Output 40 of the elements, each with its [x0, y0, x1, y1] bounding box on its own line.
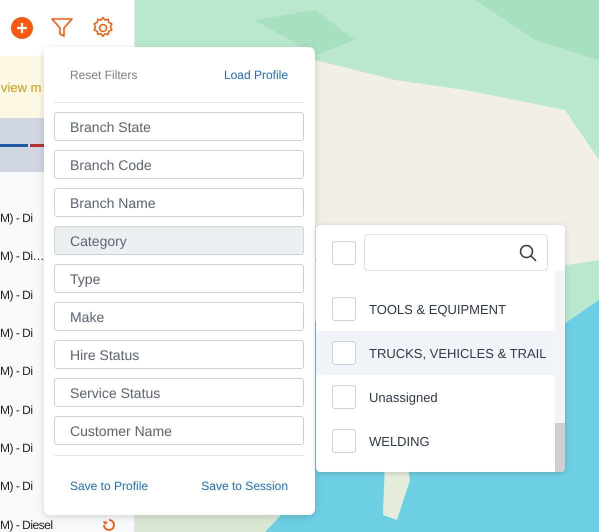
- category-option[interactable]: Unassigned: [316, 375, 555, 419]
- refresh-icon[interactable]: [102, 518, 116, 532]
- category-option[interactable]: TOOLS & EQUIPMENT: [316, 287, 555, 331]
- asset-name[interactable]: M) - Di…: [0, 249, 44, 264]
- category-option[interactable]: WELDING: [316, 419, 555, 463]
- filter-field[interactable]: Hire Status: [54, 340, 304, 369]
- asset-name[interactable]: M) - Di: [0, 440, 32, 455]
- asset-name[interactable]: M) - Di: [0, 364, 32, 378]
- filter-field[interactable]: Type: [54, 264, 304, 293]
- asset-name[interactable]: M) - Di: [0, 288, 32, 302]
- asset-name[interactable]: M) - Di: [0, 326, 32, 340]
- filter-field[interactable]: Branch Code: [54, 150, 304, 179]
- settings-icon[interactable]: [91, 16, 115, 40]
- category-option[interactable]: TRUCKS, VEHICLES & TRAIL: [316, 331, 555, 375]
- asset-name[interactable]: M) - Di: [0, 211, 32, 226]
- filter-field[interactable]: Make: [54, 302, 304, 331]
- notice-text: view m: [1, 80, 42, 94]
- asset-name[interactable]: M) - Diesel: [0, 518, 53, 532]
- filter-icon[interactable]: [51, 18, 73, 38]
- filter-field[interactable]: Branch State: [54, 112, 304, 141]
- filter-field[interactable]: Customer Name: [54, 416, 304, 445]
- reset-filters-link[interactable]: Reset Filters: [70, 68, 138, 82]
- search-icon: [519, 244, 537, 262]
- checkbox[interactable]: [332, 385, 356, 409]
- add-icon[interactable]: [11, 17, 33, 39]
- asset-name[interactable]: M) - Di: [0, 402, 32, 417]
- search-field[interactable]: [364, 234, 548, 271]
- filter-field[interactable]: Category: [54, 226, 304, 255]
- load-profile-link[interactable]: Load Profile: [224, 68, 288, 82]
- progress-segment: [0, 144, 28, 146]
- save-to-session-link[interactable]: Save to Session: [201, 478, 288, 492]
- checkbox[interactable]: [332, 429, 356, 453]
- filter-field[interactable]: Service Status: [54, 378, 304, 407]
- save-to-profile-link[interactable]: Save to Profile: [70, 478, 148, 492]
- checkbox[interactable]: [332, 341, 356, 365]
- checkbox[interactable]: [332, 297, 356, 321]
- checkbox[interactable]: [332, 240, 356, 264]
- scrollbar-thumb[interactable]: [555, 423, 565, 472]
- filter-field[interactable]: Branch Name: [54, 188, 304, 217]
- asset-name[interactable]: M) - Di: [0, 479, 32, 494]
